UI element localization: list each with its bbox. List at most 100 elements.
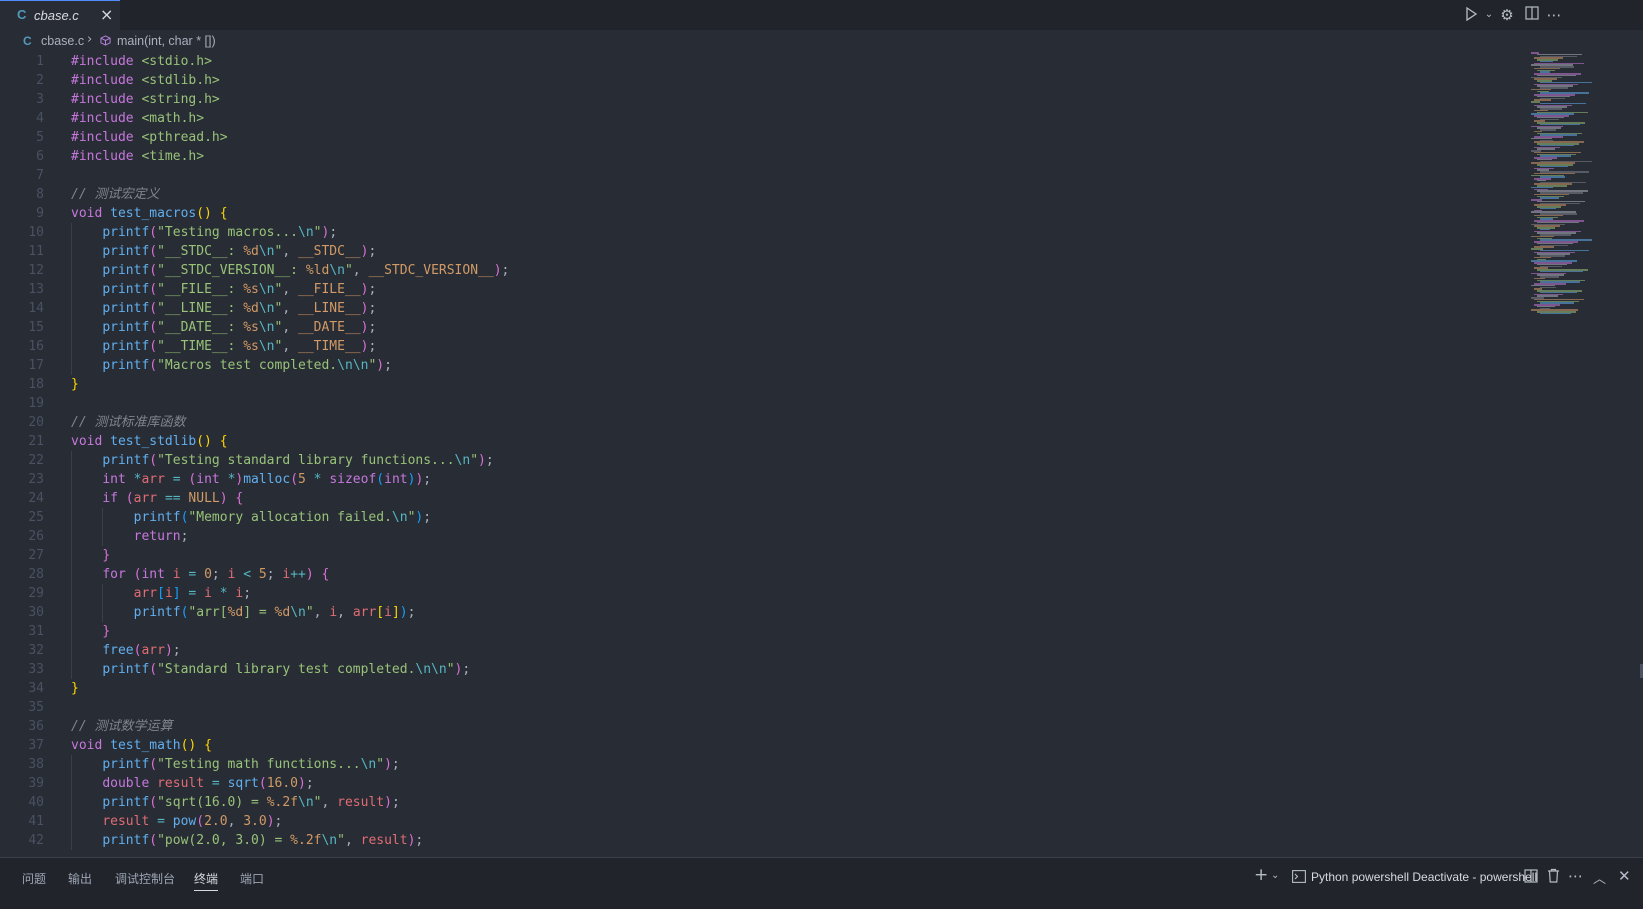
code-line[interactable]: 3 #include <string.h> bbox=[0, 90, 1510, 109]
code-line[interactable]: 5 #include <pthread.h> bbox=[0, 128, 1510, 147]
line-number: 22 bbox=[28, 453, 44, 468]
code-line[interactable]: 39 double result = sqrt(16.0); bbox=[0, 774, 1510, 793]
code-line[interactable]: 2 #include <stdlib.h> bbox=[0, 71, 1510, 90]
line-number: 23 bbox=[28, 472, 44, 487]
line-number: 34 bbox=[28, 681, 44, 696]
code-line[interactable]: 4 #include <math.h> bbox=[0, 109, 1510, 128]
code-text: } bbox=[71, 681, 79, 696]
code-text: double result = sqrt(16.0); bbox=[102, 776, 314, 791]
line-number: 30 bbox=[28, 605, 44, 620]
terminal-name[interactable]: Python powershell Deactivate - powershel… bbox=[1311, 870, 1537, 884]
chevron-down-icon[interactable]: ⌄ bbox=[1271, 870, 1279, 881]
code-line[interactable]: 6 #include <time.h> bbox=[0, 147, 1510, 166]
more-icon[interactable]: ⋯ bbox=[1568, 867, 1583, 885]
minimap-line bbox=[1540, 312, 1571, 315]
minimap[interactable] bbox=[1525, 52, 1610, 332]
line-number: 24 bbox=[28, 491, 44, 506]
code-line[interactable]: 33 printf("Standard library test complet… bbox=[0, 660, 1510, 679]
code-line[interactable]: 8 // 测试宏定义 bbox=[0, 185, 1510, 204]
breadcrumb-symbol[interactable]: main(int, char * []) bbox=[117, 34, 216, 48]
code-line[interactable]: 37 void test_math() { bbox=[0, 736, 1510, 755]
code-line[interactable]: 19 bbox=[0, 394, 1510, 413]
code-line[interactable]: 12 printf("__STDC_VERSION__: %ld\n", __S… bbox=[0, 261, 1510, 280]
code-line[interactable]: 10 printf("Testing macros...\n"); bbox=[0, 223, 1510, 242]
line-number: 3 bbox=[36, 92, 44, 107]
code-line[interactable]: 11 printf("__STDC__: %d\n", __STDC__); bbox=[0, 242, 1510, 261]
code-line[interactable]: 38 printf("Testing math functions...\n")… bbox=[0, 755, 1510, 774]
split-terminal-icon[interactable] bbox=[1524, 869, 1538, 887]
code-line[interactable]: 24 if (arr == NULL) { bbox=[0, 489, 1510, 508]
line-number: 37 bbox=[28, 738, 44, 753]
code-line[interactable]: 35 bbox=[0, 698, 1510, 717]
code-line[interactable]: 9 void test_macros() { bbox=[0, 204, 1510, 223]
close-panel-icon[interactable]: ✕ bbox=[1618, 867, 1631, 885]
chevron-down-icon[interactable]: ⌄ bbox=[1480, 6, 1498, 24]
code-line[interactable]: 23 int *arr = (int *)malloc(5 * sizeof(i… bbox=[0, 470, 1510, 489]
code-text: // 测试宏定义 bbox=[71, 187, 160, 202]
split-editor-icon[interactable] bbox=[1523, 6, 1541, 24]
code-line[interactable]: 18} bbox=[0, 375, 1510, 394]
code-line[interactable]: 29 arr[i] = i * i; bbox=[0, 584, 1510, 603]
code-line[interactable]: 28 for (int i = 0; i < 5; i++) { bbox=[0, 565, 1510, 584]
line-number: 20 bbox=[28, 415, 44, 430]
bottom-panel: 问题 输出 调试控制台 终端 端口 + ⌄ Python powershell … bbox=[0, 857, 1643, 909]
code-line[interactable]: 22 printf("Testing standard library func… bbox=[0, 451, 1510, 470]
code-line[interactable]: 32 free(arr); bbox=[0, 641, 1510, 660]
panel-tab-debug-console[interactable]: 调试控制台 bbox=[115, 870, 175, 887]
run-icon[interactable] bbox=[1463, 6, 1481, 24]
code-text: printf("__STDC__: %d\n", __STDC__); bbox=[102, 244, 377, 259]
maximize-panel-icon[interactable]: ︿ bbox=[1593, 868, 1606, 887]
code-line[interactable]: 21 void test_stdlib() { bbox=[0, 432, 1510, 451]
editor-tab-cbase[interactable]: C cbase.c × bbox=[0, 0, 120, 30]
code-line[interactable]: 16 printf("__TIME__: %s\n", __TIME__); bbox=[0, 337, 1510, 356]
code-line[interactable]: 1 #include <stdio.h> bbox=[0, 52, 1510, 71]
close-icon[interactable]: × bbox=[100, 5, 113, 24]
code-line[interactable]: 14 printf("__LINE__: %d\n", __LINE__); bbox=[0, 299, 1510, 318]
more-icon[interactable]: ⋯ bbox=[1545, 6, 1563, 24]
gear-icon[interactable]: ⚙ bbox=[1498, 6, 1516, 24]
breadcrumb: C cbase.c › main(int, char * []) bbox=[0, 30, 1643, 52]
line-number: 10 bbox=[28, 225, 44, 240]
line-number: 27 bbox=[28, 548, 44, 563]
panel-tab-terminal[interactable]: 终端 bbox=[194, 870, 219, 891]
code-text: #include <math.h> bbox=[71, 111, 205, 126]
code-line[interactable]: 17 printf("Macros test completed.\n\n"); bbox=[0, 356, 1510, 375]
add-terminal-icon[interactable]: + bbox=[1254, 865, 1268, 885]
code-text: void test_stdlib() { bbox=[71, 434, 228, 449]
code-line[interactable]: 27 } bbox=[0, 546, 1510, 565]
line-number: 32 bbox=[28, 643, 44, 658]
minimap-line bbox=[1540, 286, 1556, 288]
code-line[interactable]: 20 // 测试标准库函数 bbox=[0, 413, 1510, 432]
line-number: 13 bbox=[28, 282, 44, 297]
code-editor[interactable]: 1 #include <stdio.h> 2 #include <stdlib.h> 3… bbox=[0, 52, 1520, 857]
code-line[interactable]: 15 printf("__DATE__: %s\n", __DATE__); bbox=[0, 318, 1510, 337]
code-line[interactable]: 31 } bbox=[0, 622, 1510, 641]
code-line[interactable]: 42 printf("pow(2.0, 3.0) = %.2f\n", resu… bbox=[0, 831, 1510, 850]
editor-tab-bar: C cbase.c × ⌄ ⚙ ⋯ bbox=[0, 0, 1643, 30]
panel-tab-ports[interactable]: 端口 bbox=[240, 870, 264, 887]
code-text: } bbox=[102, 624, 111, 639]
code-line[interactable]: 25 printf("Memory allocation failed.\n")… bbox=[0, 508, 1510, 527]
tab-label: cbase.c bbox=[34, 8, 79, 23]
code-line[interactable]: 41 result = pow(2.0, 3.0); bbox=[0, 812, 1510, 831]
code-text: printf("Memory allocation failed.\n"); bbox=[133, 510, 432, 525]
code-line[interactable]: 34} bbox=[0, 679, 1510, 698]
code-line[interactable]: 7 bbox=[0, 166, 1510, 185]
code-line[interactable]: 40 printf("sqrt(16.0) = %.2f\n", result)… bbox=[0, 793, 1510, 812]
panel-tab-problems[interactable]: 问题 bbox=[22, 870, 46, 887]
code-text: for (int i = 0; i < 5; i++) { bbox=[102, 567, 330, 582]
line-number: 9 bbox=[36, 206, 44, 221]
code-line[interactable]: 30 printf("arr[%d] = %d\n", i, arr[i]); bbox=[0, 603, 1510, 622]
code-line[interactable]: 36 // 测试数学运算 bbox=[0, 717, 1510, 736]
code-line[interactable]: 26 return; bbox=[0, 527, 1510, 546]
line-number: 41 bbox=[28, 814, 44, 829]
code-line[interactable]: 13 printf("__FILE__: %s\n", __FILE__); bbox=[0, 280, 1510, 299]
code-text: printf("pow(2.0, 3.0) = %.2f\n", result)… bbox=[102, 833, 424, 848]
trash-icon[interactable] bbox=[1547, 868, 1560, 887]
panel-tab-output[interactable]: 输出 bbox=[68, 870, 92, 887]
line-number: 2 bbox=[36, 73, 44, 88]
code-text: #include <stdio.h> bbox=[71, 54, 212, 69]
code-text: } bbox=[102, 548, 111, 563]
line-number: 14 bbox=[28, 301, 44, 316]
breadcrumb-file[interactable]: cbase.c bbox=[41, 34, 84, 48]
